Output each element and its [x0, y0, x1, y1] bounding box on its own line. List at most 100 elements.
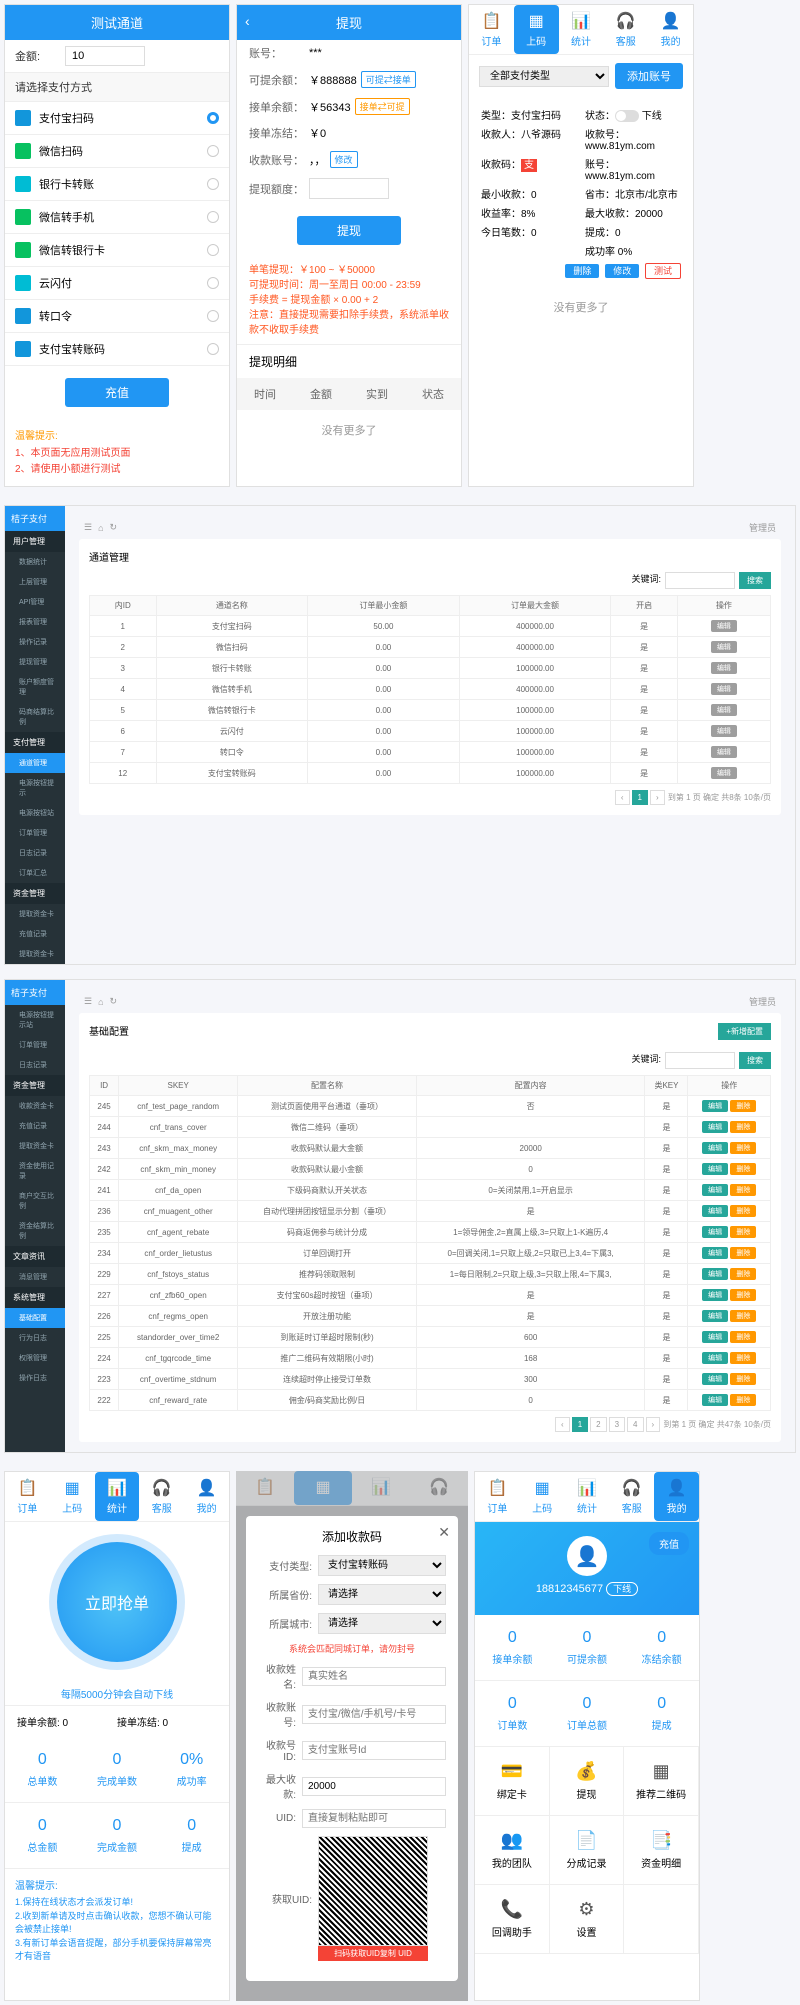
delete-button[interactable]: 删除: [730, 1268, 756, 1280]
menu-settings[interactable]: ⚙设置: [550, 1885, 625, 1954]
menu-qrcode[interactable]: ▦推荐二维码: [624, 1747, 699, 1816]
pay-option-wechat-scan[interactable]: 微信扫码: [5, 135, 229, 168]
edit-button[interactable]: 编辑: [702, 1289, 728, 1301]
province-select[interactable]: 请选择: [318, 1584, 446, 1605]
edit-button[interactable]: 编辑: [702, 1142, 728, 1154]
delete-button[interactable]: 删除: [730, 1394, 756, 1406]
menu-withdraw[interactable]: 💰提现: [550, 1747, 625, 1816]
tab-stats[interactable]: 📊统计: [559, 5, 604, 54]
offline-badge[interactable]: 下线: [606, 1582, 638, 1596]
delete-button[interactable]: 删除: [730, 1205, 756, 1217]
edit-button[interactable]: 编辑: [702, 1310, 728, 1322]
add-account-button[interactable]: 添加账号: [615, 63, 683, 89]
amount-input[interactable]: [65, 46, 145, 66]
recharge-button[interactable]: 充值: [649, 1532, 689, 1555]
edit-button[interactable]: 编辑: [702, 1100, 728, 1112]
menu-team[interactable]: 👥我的团队: [475, 1816, 550, 1885]
delete-button[interactable]: 删除: [730, 1121, 756, 1133]
edit-button[interactable]: 编辑: [711, 662, 737, 674]
refresh-icon[interactable]: ↻: [110, 522, 118, 533]
search-button[interactable]: 搜索: [739, 572, 771, 589]
edit-button[interactable]: 编辑: [702, 1121, 728, 1133]
account-id-input[interactable]: [302, 1741, 446, 1760]
menu-commission[interactable]: 📄分成记录: [550, 1816, 625, 1885]
menu-pay-mgmt[interactable]: 支付管理: [5, 732, 65, 753]
edit-button[interactable]: 编辑: [702, 1394, 728, 1406]
edit-button[interactable]: 编辑: [711, 725, 737, 737]
pay-option-alipay-scan[interactable]: 支付宝扫码: [5, 102, 229, 135]
delete-button[interactable]: 删除: [730, 1310, 756, 1322]
qr-icon: ▦: [514, 11, 559, 31]
grab-order-button[interactable]: 立即抢单: [57, 1542, 177, 1662]
tab-service[interactable]: 🎧客服: [603, 5, 648, 54]
payee-name-input[interactable]: [302, 1667, 446, 1686]
delete-button[interactable]: 删除: [730, 1142, 756, 1154]
menu-toggle-icon[interactable]: ☰: [84, 522, 92, 533]
edit-button[interactable]: 编辑: [702, 1331, 728, 1343]
edit-button[interactable]: 编辑: [711, 683, 737, 695]
edit-button[interactable]: 编辑: [702, 1373, 728, 1385]
edit-button[interactable]: 编辑: [711, 704, 737, 716]
menu-funds[interactable]: 资金管理: [5, 883, 65, 904]
menu-bind-card[interactable]: 💳绑定卡: [475, 1747, 550, 1816]
delete-button[interactable]: 删除: [730, 1184, 756, 1196]
edit-button[interactable]: 编辑: [711, 746, 737, 758]
search-button[interactable]: 搜索: [739, 1052, 771, 1069]
max-amount-input[interactable]: [302, 1777, 446, 1796]
edit-button[interactable]: 编辑: [702, 1352, 728, 1364]
edit-button[interactable]: 编辑: [702, 1184, 728, 1196]
swap-tag[interactable]: 接单⇄可提: [355, 98, 410, 115]
menu-callback[interactable]: 📞回调助手: [475, 1885, 550, 1954]
pay-option-wechat-phone[interactable]: 微信转手机: [5, 201, 229, 234]
edit-button[interactable]: 编辑: [702, 1226, 728, 1238]
tab-upload[interactable]: ▦上码: [514, 5, 559, 54]
search-input[interactable]: [665, 572, 735, 589]
pay-type-select[interactable]: 全部支付类型: [479, 66, 609, 87]
tab-mine[interactable]: 👤我的: [648, 5, 693, 54]
close-icon[interactable]: ✕: [438, 1524, 450, 1541]
withdraw-amount-input[interactable]: [309, 178, 389, 199]
test-button[interactable]: 测试: [645, 263, 681, 279]
account-input[interactable]: [302, 1705, 446, 1724]
menu-fund-detail[interactable]: 📑资金明细: [624, 1816, 699, 1885]
delete-button[interactable]: 删除: [730, 1226, 756, 1238]
delete-button[interactable]: 删除: [565, 264, 599, 278]
pay-type-select[interactable]: 支付宝转账码: [318, 1555, 446, 1576]
pay-option-bank[interactable]: 银行卡转账: [5, 168, 229, 201]
delete-button[interactable]: 删除: [730, 1352, 756, 1364]
edit-button[interactable]: 编辑: [702, 1163, 728, 1175]
delete-button[interactable]: 删除: [730, 1373, 756, 1385]
status-toggle[interactable]: [615, 110, 639, 122]
home-icon[interactable]: ⌂: [98, 523, 103, 533]
alipay-icon: [15, 341, 31, 357]
delete-button[interactable]: 删除: [730, 1163, 756, 1175]
withdraw-button[interactable]: 提现: [297, 216, 401, 245]
city-select[interactable]: 请选择: [318, 1613, 446, 1634]
pay-option-unionpay[interactable]: 云闪付: [5, 267, 229, 300]
tab-order[interactable]: 📋订单: [469, 5, 514, 54]
delete-button[interactable]: 删除: [730, 1289, 756, 1301]
delete-button[interactable]: 删除: [730, 1247, 756, 1259]
edit-button[interactable]: 编辑: [711, 620, 737, 632]
add-config-button[interactable]: +新增配置: [718, 1023, 771, 1040]
delete-button[interactable]: 删除: [730, 1100, 756, 1112]
edit-button[interactable]: 编辑: [702, 1205, 728, 1217]
edit-button[interactable]: 编辑: [702, 1268, 728, 1280]
swap-tag[interactable]: 可提⇄接单: [361, 71, 416, 88]
modify-button[interactable]: 修改: [330, 151, 358, 168]
back-icon[interactable]: ‹: [245, 13, 250, 29]
edit-button[interactable]: 编辑: [702, 1247, 728, 1259]
menu-user-mgmt[interactable]: 用户管理: [5, 531, 65, 552]
table-row: 4微信转手机0.00400000.00是编辑: [90, 679, 771, 700]
modify-button[interactable]: 修改: [605, 264, 639, 278]
edit-button[interactable]: 编辑: [711, 641, 737, 653]
recharge-button[interactable]: 充值: [65, 378, 169, 407]
pay-option-token[interactable]: 转口令: [5, 300, 229, 333]
pay-option-wechat-bank[interactable]: 微信转银行卡: [5, 234, 229, 267]
add-qr-modal: ✕ 添加收款码 支付类型:支付宝转账码 所属省份:请选择 所属城市:请选择 系统…: [246, 1516, 458, 1981]
pay-option-alipay-transfer[interactable]: 支付宝转账码: [5, 333, 229, 366]
delete-button[interactable]: 删除: [730, 1331, 756, 1343]
search-input[interactable]: [665, 1052, 735, 1069]
edit-button[interactable]: 编辑: [711, 767, 737, 779]
uid-input[interactable]: [302, 1809, 446, 1828]
